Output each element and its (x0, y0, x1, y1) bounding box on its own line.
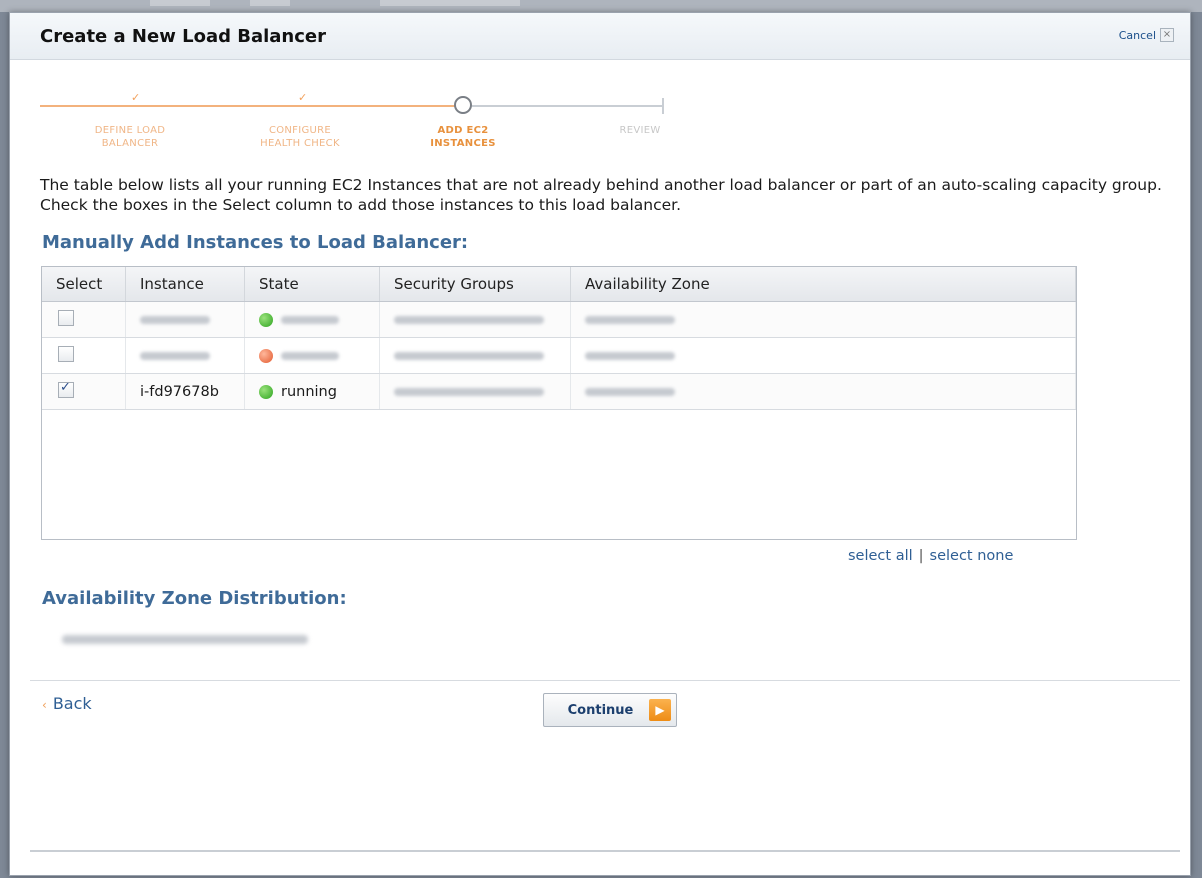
wizard-progress: ✓ ✓ DEFINE LOAD BALANCER CONFIGURE HEALTH … (40, 91, 680, 161)
state-stopped-icon (259, 348, 273, 363)
background-window-strip (0, 0, 1202, 12)
cancel-label: Cancel (1118, 28, 1156, 42)
create-load-balancer-dialog: Create a New Load Balancer Cancel × ✓ ✓ … (9, 12, 1191, 876)
back-link[interactable]: ‹ Back (42, 694, 92, 713)
select-links: select all | select none (848, 548, 1013, 564)
az-distribution-redacted (62, 635, 308, 644)
intro-text: The table below lists all your running E… (40, 176, 1162, 214)
step-review: REVIEW (619, 125, 661, 136)
security-groups-redacted (394, 315, 544, 324)
state-running-icon (259, 312, 273, 327)
dialog-title: Create a New Load Balancer (40, 26, 326, 47)
progress-line-todo (472, 105, 664, 107)
column-header-select: Select (42, 267, 126, 302)
cancel-button[interactable]: Cancel × (1119, 28, 1174, 42)
column-header-availability-zone: Availability Zone (570, 267, 1076, 302)
instance-id: i-fd97678b (125, 373, 245, 410)
availability-zone-redacted (585, 351, 675, 360)
progress-line-done (40, 105, 460, 107)
row-select-checkbox[interactable] (58, 309, 74, 326)
dialog-titlebar: Create a New Load Balancer Cancel × (10, 13, 1190, 60)
instances-table: Select Instance State Security Groups Av… (41, 266, 1077, 540)
table-row[interactable] (42, 337, 1076, 374)
az-distribution-section-title: Availability Zone Distribution: (42, 588, 347, 609)
step-complete-check-icon: ✓ (131, 91, 141, 104)
back-chevron-icon: ‹ (42, 698, 47, 712)
availability-zone-redacted (585, 387, 675, 396)
instance-state: running (281, 383, 337, 400)
continue-arrow-icon: ▶ (649, 699, 671, 721)
continue-button[interactable]: Continue ▶ (543, 693, 677, 727)
bottom-divider (30, 850, 1180, 852)
table-row[interactable]: i-fd97678b running (42, 373, 1076, 410)
close-icon[interactable]: × (1160, 28, 1174, 42)
state-redacted (281, 351, 339, 360)
instance-id-redacted (140, 351, 210, 360)
progress-line-end (662, 98, 664, 114)
step-add-ec2-instances: ADD EC2 INSTANCES (430, 125, 496, 149)
state-redacted (281, 315, 339, 324)
manual-add-section-title: Manually Add Instances to Load Balancer: (42, 232, 469, 253)
table-row[interactable] (42, 301, 1076, 338)
column-header-security-groups: Security Groups (379, 267, 571, 302)
select-all-link[interactable]: select all (848, 548, 913, 564)
row-select-checkbox[interactable] (58, 345, 74, 362)
step-define-load-balancer: DEFINE LOAD BALANCER (94, 125, 166, 149)
step-complete-check-icon: ✓ (298, 91, 308, 104)
column-header-instance: Instance (125, 267, 245, 302)
instance-id-redacted (140, 315, 210, 324)
select-none-link[interactable]: select none (930, 548, 1014, 564)
current-step-circle-icon (454, 96, 472, 114)
row-select-checkbox[interactable] (58, 380, 74, 398)
availability-zone-redacted (585, 315, 675, 324)
column-header-state: State (244, 267, 380, 302)
security-groups-redacted (394, 387, 544, 396)
state-running-icon (259, 384, 273, 399)
footer-divider (30, 680, 1180, 681)
back-label: Back (52, 694, 92, 713)
continue-label: Continue (567, 702, 634, 718)
select-links-separator: | (918, 548, 924, 564)
security-groups-redacted (394, 351, 544, 360)
step-configure-health-check: CONFIGURE HEALTH CHECK (260, 125, 340, 149)
